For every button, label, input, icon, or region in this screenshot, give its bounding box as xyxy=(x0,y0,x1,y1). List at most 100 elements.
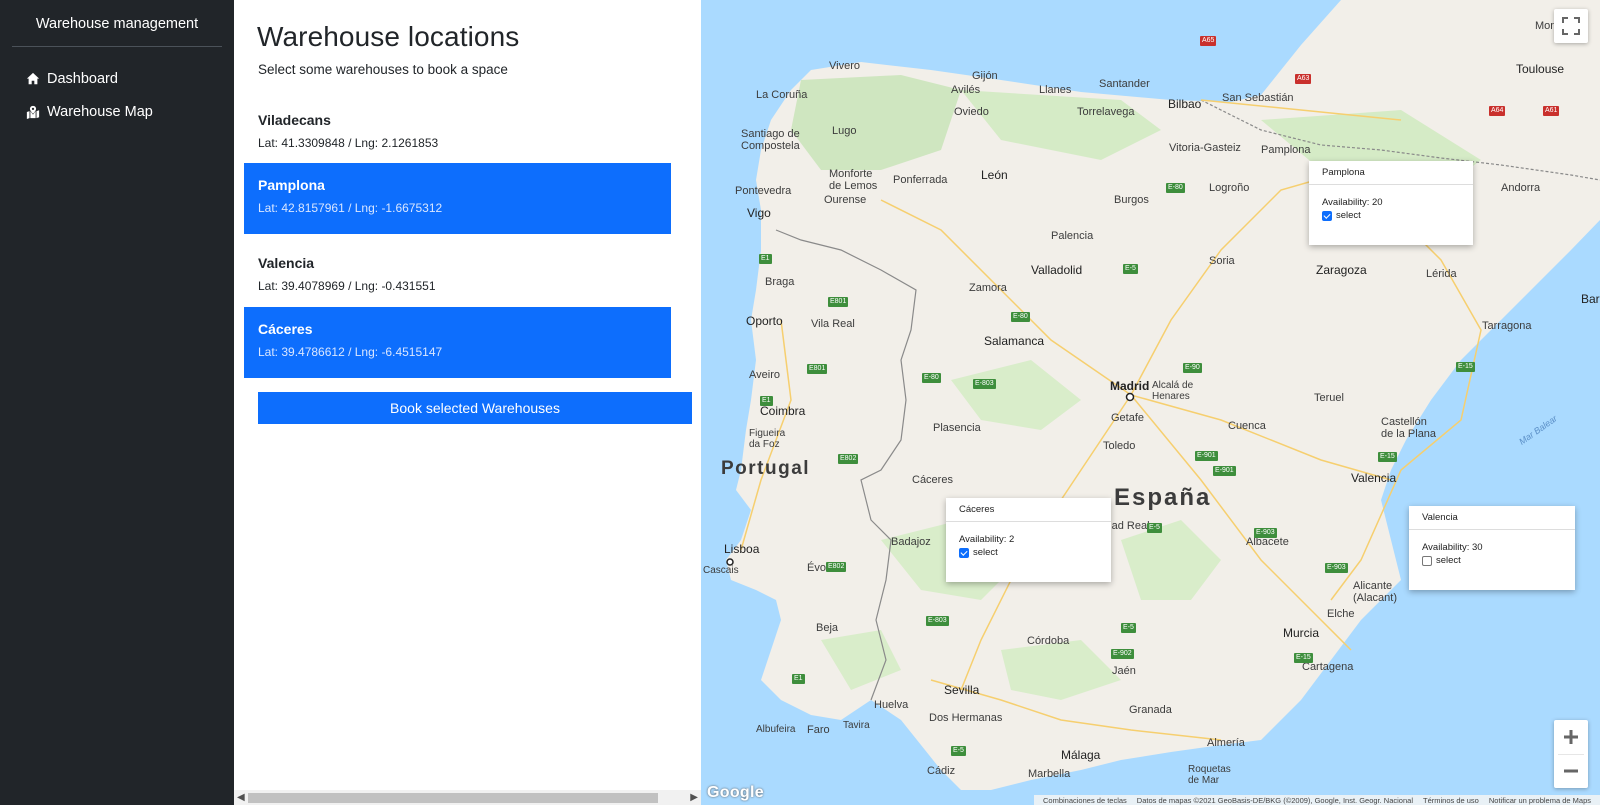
select-checkbox[interactable] xyxy=(1422,555,1432,566)
road-shield: E-901 xyxy=(1213,466,1236,476)
city-label: Jaén xyxy=(1112,665,1136,677)
book-selected-button[interactable]: Book selected Warehouses xyxy=(258,392,692,424)
horizontal-scrollbar[interactable]: ◀ ▶ xyxy=(234,790,701,805)
city-label: Llanes xyxy=(1039,84,1072,96)
city-label: Dos Hermanas xyxy=(929,712,1003,724)
city-label: Valladolid xyxy=(1031,263,1083,277)
city-label: Zaragoza xyxy=(1316,263,1367,277)
location-name: Valencia xyxy=(258,255,315,271)
road-shield: E-80 xyxy=(1011,312,1030,322)
sidebar-item-warehouse-map[interactable]: Warehouse Map xyxy=(26,101,153,123)
road-shield: E802 xyxy=(826,562,847,572)
infowindow-title: Cáceres xyxy=(946,498,1111,522)
sidebar-item-label: Warehouse Map xyxy=(47,104,153,120)
location-item-caceres[interactable]: Cáceres Lat: 39.4786612 / Lng: -6.451514… xyxy=(244,307,671,378)
report-problem-link[interactable]: Notificar un problema de Maps xyxy=(1489,796,1591,805)
city-label: Aveiro xyxy=(749,369,780,381)
road-shield: A65 xyxy=(1200,36,1217,46)
scroll-left-icon[interactable]: ◀ xyxy=(237,790,245,805)
infowindow-caceres: Cáceres Availability: 2 select xyxy=(946,498,1111,582)
country-label-espana: España xyxy=(1114,484,1212,511)
road-shield: E-903 xyxy=(1325,563,1348,573)
city-label: Santiago de Compostela xyxy=(741,128,800,152)
location-item-pamplona[interactable]: Pamplona Lat: 42.8157961 / Lng: -1.66753… xyxy=(244,163,671,234)
city-label: Coimbra xyxy=(760,404,806,418)
warehouse-list-panel: Warehouse locations Select some warehous… xyxy=(234,0,701,805)
city-label: Getafe xyxy=(1111,412,1145,424)
city-label: Badajoz xyxy=(891,536,931,548)
city-label: Lisboa xyxy=(724,542,760,556)
city-label: Bilbao xyxy=(1168,97,1202,111)
road-shield: E-5 xyxy=(1123,264,1138,274)
location-name: Cáceres xyxy=(258,321,313,337)
fullscreen-button[interactable] xyxy=(1554,9,1588,43)
city-label: Lérida xyxy=(1426,268,1457,280)
scrollbar-thumb[interactable] xyxy=(248,793,658,803)
road-shield: E-803 xyxy=(973,379,996,389)
country-label-portugal: Portugal xyxy=(721,458,811,479)
map-data-text: Datos de mapas ©2021 GeoBasis-DE/BKG (©2… xyxy=(1136,795,1413,805)
road-shield: A64 xyxy=(1489,106,1506,116)
road-shield: E-80 xyxy=(1166,183,1185,193)
zoom-out-button[interactable] xyxy=(1554,754,1588,788)
location-coords: Lat: 42.8157961 / Lng: -1.6675312 xyxy=(258,201,443,215)
sidebar: Warehouse management Dashboard Warehouse… xyxy=(0,0,234,805)
infowindow-pamplona: Pamplona Availability: 20 select xyxy=(1309,161,1473,245)
infowindow-valencia: Valencia Availability: 30 select xyxy=(1409,506,1575,590)
road-shield: E-5 xyxy=(951,746,966,756)
road-shield: E-80 xyxy=(922,373,941,383)
city-label: Toledo xyxy=(1103,440,1136,452)
city-label: Pontevedra xyxy=(735,185,792,197)
map-icon xyxy=(26,105,40,119)
city-label: Marbella xyxy=(1028,768,1071,780)
page-subtitle: Select some warehouses to book a space xyxy=(258,62,508,77)
city-label: Madrid xyxy=(1110,379,1150,393)
terms-link[interactable]: Términos de uso xyxy=(1423,796,1479,805)
city-label: Burgos xyxy=(1114,194,1149,206)
city-label: Vigo xyxy=(747,206,771,220)
city-label: Vivero xyxy=(829,60,860,72)
plus-icon xyxy=(1564,729,1578,744)
google-logo[interactable]: Google xyxy=(707,784,764,802)
location-coords: Lat: 39.4078969 / Lng: -0.431551 xyxy=(258,279,436,293)
road-shield: E-901 xyxy=(1195,451,1218,461)
city-label: Cuenca xyxy=(1228,420,1266,432)
city-label: Huelva xyxy=(874,699,909,711)
city-label: Albufeira xyxy=(756,724,796,735)
road-shield: E-15 xyxy=(1378,452,1397,462)
city-label: Alicante (Alacant) xyxy=(1353,580,1398,604)
city-label: Alcalá de Henares xyxy=(1152,380,1194,402)
scroll-right-icon[interactable]: ▶ xyxy=(690,790,698,805)
location-item-valencia[interactable]: Valencia Lat: 39.4078969 / Lng: -0.43155… xyxy=(244,241,671,312)
city-label: Ourense xyxy=(824,194,867,206)
city-label: Zamora xyxy=(969,282,1007,294)
city-label: Palencia xyxy=(1051,230,1094,242)
zoom-in-button[interactable] xyxy=(1554,720,1588,754)
location-item-viladecans[interactable]: Viladecans Lat: 41.3309848 / Lng: 2.1261… xyxy=(244,98,671,169)
city-label: Tavira xyxy=(843,720,870,731)
location-coords: Lat: 41.3309848 / Lng: 2.1261853 xyxy=(258,136,439,150)
map-attribution: Combinaciones de teclas Datos de mapas ©… xyxy=(1034,795,1600,805)
city-label: Figueira da Foz xyxy=(749,428,786,450)
select-label[interactable]: select xyxy=(1436,555,1461,566)
warehouse-map[interactable]: Portugal España Mar Balear Vivero Gijón … xyxy=(701,0,1600,805)
city-label: Valencia xyxy=(1351,471,1397,485)
city-label: Lugo xyxy=(832,125,857,137)
zoom-control xyxy=(1554,720,1588,788)
road-shield: E-5 xyxy=(1147,523,1162,533)
city-label: Gijón xyxy=(972,70,998,82)
city-label: Tarragona xyxy=(1482,320,1532,332)
keyboard-shortcuts-link[interactable]: Combinaciones de teclas xyxy=(1043,796,1127,805)
sidebar-item-dashboard[interactable]: Dashboard xyxy=(26,68,118,90)
select-label[interactable]: select xyxy=(973,547,998,558)
city-label: Córdoba xyxy=(1027,635,1070,647)
availability-text: Availability: 2 xyxy=(959,534,1015,545)
road-shield: E-15 xyxy=(1456,362,1475,372)
select-checkbox[interactable] xyxy=(1322,210,1332,221)
city-label: Málaga xyxy=(1061,748,1101,762)
brand-title[interactable]: Warehouse management xyxy=(12,0,222,47)
city-label: Faro xyxy=(807,724,830,736)
select-checkbox[interactable] xyxy=(959,547,969,558)
road-shield: E-803 xyxy=(926,616,949,626)
select-label[interactable]: select xyxy=(1336,210,1361,221)
